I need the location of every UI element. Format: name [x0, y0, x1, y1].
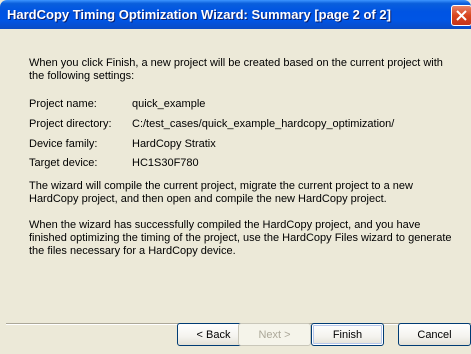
- target-device-label: Target device:: [29, 157, 98, 169]
- completion-description: When the wizard has successfully compile…: [29, 219, 452, 257]
- device-family-value: HardCopy Stratix: [132, 138, 216, 150]
- close-button[interactable]: [451, 5, 471, 26]
- next-button[interactable]: Next >: [238, 323, 311, 346]
- project-directory-label: Project directory:: [29, 118, 112, 130]
- close-icon: [456, 10, 467, 21]
- compile-description: The wizard will compile the current proj…: [29, 180, 413, 205]
- target-device-value: HC1S30F780: [132, 157, 199, 169]
- intro-text: When you click Finish, a new project wil…: [29, 57, 443, 82]
- wizard-window: HardCopy Timing Optimization Wizard: Sum…: [0, 0, 471, 354]
- window-title: HardCopy Timing Optimization Wizard: Sum…: [7, 7, 391, 22]
- device-family-label: Device family:: [29, 138, 98, 150]
- project-directory-value: C:/test_cases/quick_example_hardcopy_opt…: [132, 118, 395, 130]
- finish-button[interactable]: Finish: [311, 323, 384, 346]
- title-bar[interactable]: HardCopy Timing Optimization Wizard: Sum…: [0, 0, 471, 29]
- project-name-value: quick_example: [132, 98, 206, 110]
- project-name-label: Project name:: [29, 98, 97, 110]
- cancel-button[interactable]: Cancel: [398, 323, 471, 346]
